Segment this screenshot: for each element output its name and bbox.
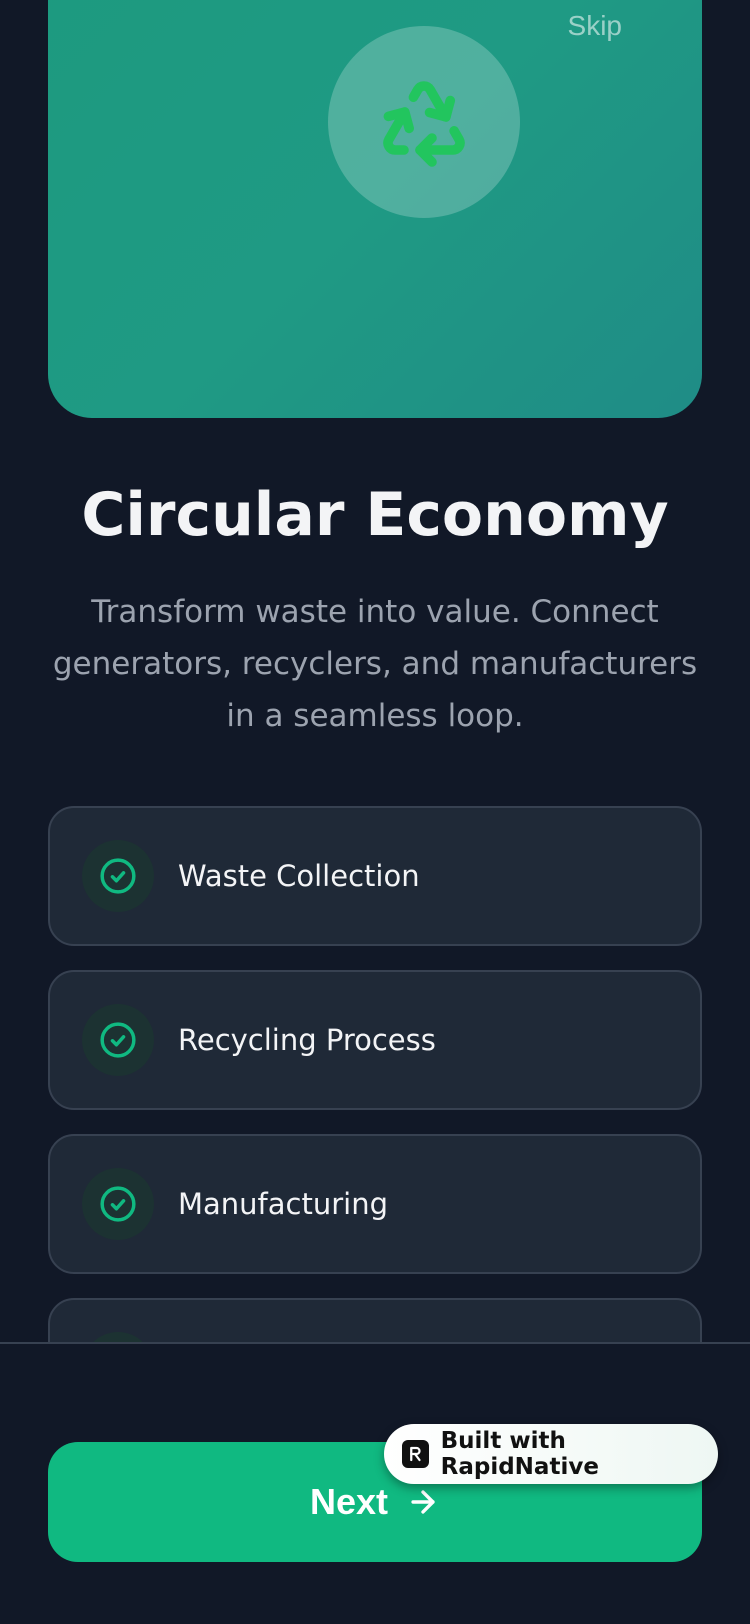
- built-with-badge[interactable]: Built with RapidNative: [384, 1424, 718, 1484]
- feature-label: Manufacturing: [178, 1187, 388, 1221]
- onboarding-screen: Skip Circular Economy Transform waste in…: [0, 0, 750, 1624]
- check-circle-icon: [82, 1168, 154, 1240]
- arrow-right-icon: [411, 1490, 435, 1514]
- feature-label: Recycling Process: [178, 1023, 436, 1057]
- feature-item-waste-collection: Waste Collection: [48, 806, 702, 946]
- feature-item-manufacturing: Manufacturing: [48, 1134, 702, 1274]
- rapidnative-logo-icon: [402, 1440, 429, 1468]
- check-circle-icon: [82, 840, 154, 912]
- next-label: Next: [309, 1481, 389, 1522]
- badge-text: Built with RapidNative: [440, 1428, 599, 1480]
- skip-button[interactable]: Skip: [568, 10, 622, 42]
- page-subtitle: Transform waste into value. Connect gene…: [52, 594, 698, 734]
- hero-icon-circle: [328, 26, 520, 218]
- feature-label: Waste Collection: [178, 859, 420, 893]
- hero-banner: Skip: [48, 0, 702, 418]
- page-title: Circular Economy: [81, 480, 669, 550]
- recycle-icon: [383, 81, 465, 167]
- feature-item-recycling-process: Recycling Process: [48, 970, 702, 1110]
- check-circle-icon: [82, 1004, 154, 1076]
